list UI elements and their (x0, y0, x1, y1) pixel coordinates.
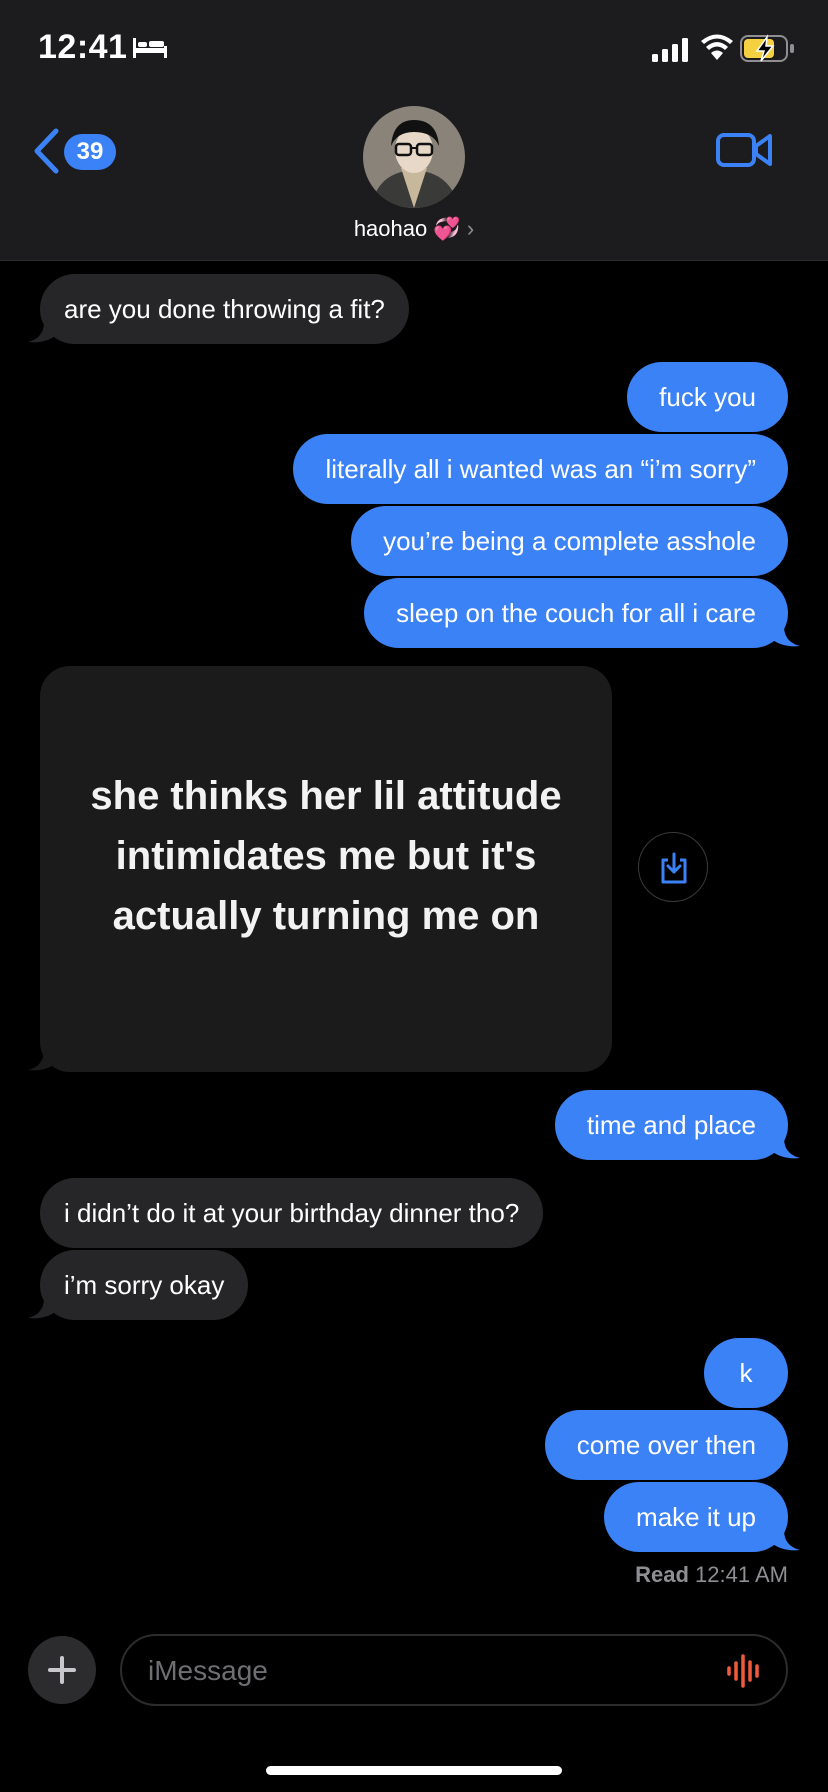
chevron-right-icon: › (466, 216, 475, 241)
message-sent[interactable]: fuck you (627, 362, 788, 432)
conversation-header: 39 haohao 💞 › (0, 100, 828, 261)
bubble-tail (28, 322, 58, 343)
facetime-video-icon[interactable] (716, 130, 772, 170)
add-attachment-button[interactable] (28, 1636, 96, 1704)
image-message[interactable]: she thinks her lil attitude intimidates … (40, 666, 612, 1072)
message-sent[interactable]: literally all i wanted was an “i’m sorry… (293, 434, 788, 504)
message-field (120, 1634, 788, 1706)
battery-charging-icon (740, 34, 794, 62)
status-bar: 12:41 (0, 0, 828, 100)
unread-count-badge[interactable]: 39 (64, 134, 116, 170)
bubble-tail (770, 626, 800, 647)
message-sent[interactable]: you’re being a complete asshole (351, 506, 788, 576)
message-sent[interactable]: make it up (604, 1482, 788, 1552)
contact-name-text: haohao 💞 (353, 216, 461, 241)
bed-icon (133, 38, 167, 58)
message-sent[interactable]: come over then (544, 1410, 788, 1480)
message-sent[interactable]: sleep on the couch for all i care (364, 578, 788, 648)
home-indicator[interactable] (266, 1766, 562, 1775)
read-receipt: Read 12:41 AM (635, 1562, 788, 1588)
image-caption-text: she thinks her lil attitude intimidates … (90, 774, 562, 938)
save-image-button[interactable] (638, 832, 708, 902)
message-input[interactable] (146, 1636, 710, 1706)
message-sent[interactable]: k (704, 1338, 788, 1408)
plus-icon (48, 1656, 76, 1684)
audio-waveform-icon[interactable] (726, 1654, 764, 1688)
contact-name[interactable]: haohao 💞 › (0, 216, 828, 242)
bubble-tail (28, 1298, 58, 1319)
status-time: 12:41 (38, 28, 128, 66)
message-sent[interactable]: time and place (554, 1090, 788, 1160)
cellular-signal-icon (652, 38, 688, 62)
contact-avatar[interactable] (363, 106, 465, 208)
bubble-tail (770, 1530, 800, 1551)
message-received[interactable]: i didn’t do it at your birthday dinner t… (40, 1178, 544, 1248)
wifi-icon (701, 34, 733, 60)
back-chevron-icon[interactable] (32, 128, 60, 174)
bubble-tail (28, 1050, 58, 1071)
bubble-tail (770, 1138, 800, 1159)
message-received[interactable]: i’m sorry okay (40, 1250, 249, 1320)
read-time: 12:41 AM (695, 1562, 788, 1587)
message-received[interactable]: are you done throwing a fit? (40, 274, 409, 344)
download-icon (661, 852, 687, 884)
read-label: Read (635, 1562, 689, 1587)
